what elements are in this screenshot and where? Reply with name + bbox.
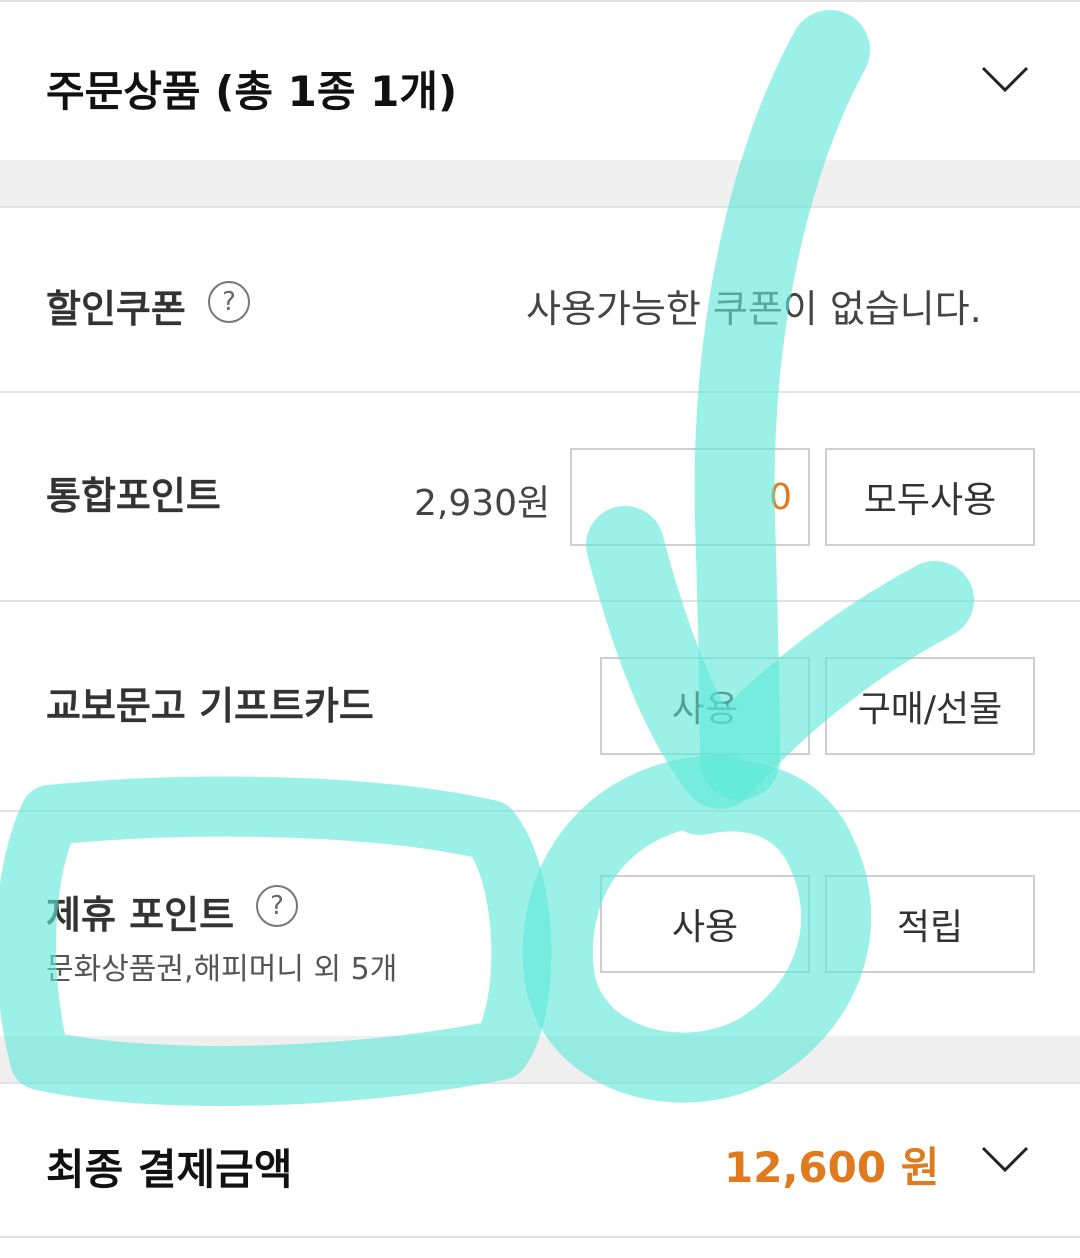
coupon-label: 할인쿠폰 bbox=[46, 287, 186, 331]
question-circle-icon[interactable]: ? bbox=[208, 281, 250, 323]
partner-points-earn-button[interactable]: 적립 bbox=[825, 875, 1035, 973]
final-payment-amount: 12,600 원 bbox=[724, 1143, 940, 1192]
gift-card-label: 교보문고 기프트카드 bbox=[46, 684, 374, 728]
chevron-down-icon[interactable] bbox=[980, 62, 1030, 98]
integrated-points-label: 통합포인트 bbox=[46, 474, 221, 518]
gift-card-use-button[interactable]: 사용 bbox=[600, 657, 810, 755]
order-products-title: 주문상품 (총 1종 1개) bbox=[46, 67, 458, 116]
gift-card-buy-gift-button[interactable]: 구매/선물 bbox=[825, 657, 1035, 755]
section-separator bbox=[0, 160, 1080, 206]
coupon-status: 사용가능한 쿠폰이 없습니다. bbox=[526, 287, 982, 331]
points-input[interactable]: 0 bbox=[570, 448, 810, 546]
partner-points-sublabel: 문화상품권,해피머니 외 5개 bbox=[46, 952, 398, 987]
section-separator bbox=[0, 1036, 1080, 1082]
partner-points-label: 제휴 포인트 bbox=[46, 893, 235, 937]
points-balance: 2,930원 bbox=[414, 483, 551, 524]
chevron-down-icon[interactable] bbox=[980, 1142, 1030, 1178]
question-circle-icon[interactable]: ? bbox=[256, 885, 298, 927]
use-all-points-button[interactable]: 모두사용 bbox=[825, 448, 1035, 546]
partner-points-use-button[interactable]: 사용 bbox=[600, 875, 810, 973]
final-payment-label: 최종 결제금액 bbox=[46, 1145, 293, 1194]
